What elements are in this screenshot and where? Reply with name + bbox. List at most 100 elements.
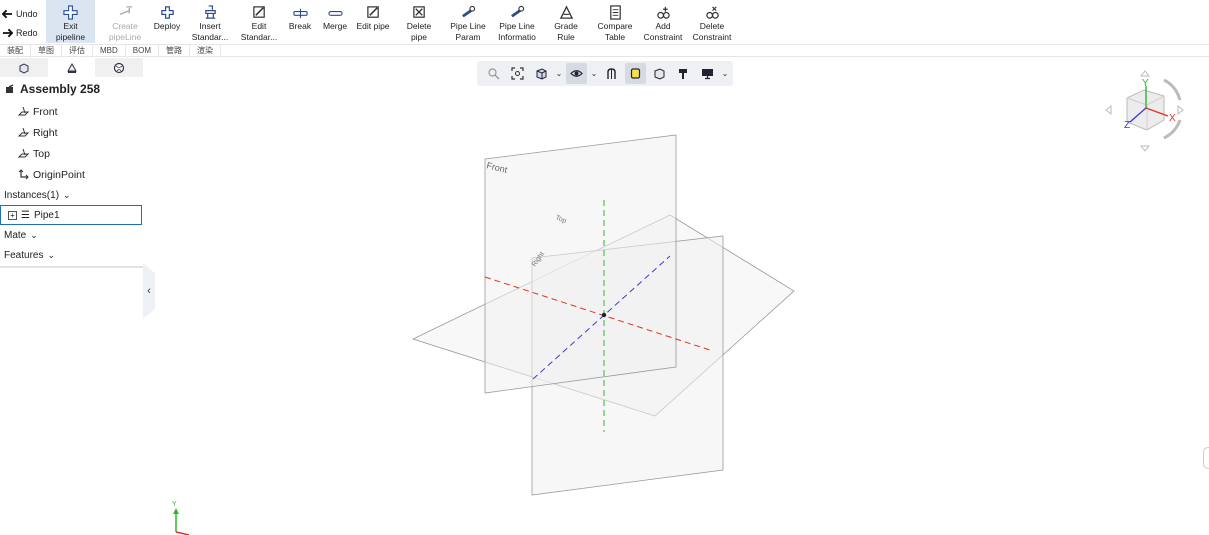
tab-evaluate[interactable]: 评估	[62, 45, 93, 56]
visibility-dropdown[interactable]: ⌄	[590, 63, 598, 84]
assembly-title[interactable]: Assembly 258	[0, 77, 143, 101]
exit-pipeline-button[interactable]: Exit pipeline	[46, 0, 95, 43]
create-pipeline-button[interactable]: Create pipeLine	[104, 0, 146, 43]
tab-bom[interactable]: BOM	[126, 45, 160, 56]
display-settings-button[interactable]	[697, 63, 718, 84]
insert-standard-button[interactable]: Insert Standar...	[190, 0, 230, 43]
pipe-line-info-button[interactable]: Pipe Line Informatio	[495, 0, 539, 43]
feature-tree-panel: Assembly 258 Front Right Top OriginPoint…	[0, 58, 143, 268]
break-label: Break	[288, 21, 312, 31]
chevron-down-icon: ⌄	[30, 229, 38, 240]
compare-table-label: Compare Table	[597, 21, 633, 42]
monitor-icon	[702, 69, 713, 80]
cube-icon	[536, 68, 547, 80]
arrow-up-icon[interactable]	[1139, 70, 1151, 77]
tree-item-origin-point[interactable]: OriginPoint	[0, 164, 143, 185]
view-orientation-dropdown[interactable]: ⌄	[555, 63, 563, 84]
front-plane[interactable]	[484, 134, 677, 394]
delete-pipe-button[interactable]: Delete pipe	[401, 0, 437, 43]
instances-section-header[interactable]: Instances(1) ⌄	[0, 185, 143, 205]
instances-label: Instances(1)	[4, 189, 60, 201]
tab-display[interactable]	[95, 58, 143, 77]
section-view-button[interactable]	[601, 63, 622, 84]
visibility-button[interactable]	[566, 63, 587, 84]
tab-assembly[interactable]: 装配	[0, 45, 31, 56]
edit-pipe-button[interactable]: Edit pipe	[355, 0, 391, 43]
break-button[interactable]: Break	[286, 0, 314, 43]
pipe-line-param-button[interactable]: Pipe Line Param	[448, 0, 488, 43]
undo-button[interactable]: Undo	[2, 4, 46, 23]
grade-rule-label: Grade Rule	[554, 21, 578, 42]
view-toolbar: ⌄ ⌄ ⌄	[477, 61, 733, 86]
feature-tree-icon	[19, 62, 29, 74]
display-style-icon	[654, 68, 665, 80]
add-constraint-button[interactable]: Add Constraint	[642, 0, 684, 43]
assembly-doc-icon	[6, 84, 14, 93]
cube-y-label: Y	[1142, 78, 1149, 89]
fit-view-button[interactable]	[507, 63, 528, 84]
arrow-down-icon[interactable]	[1139, 145, 1151, 152]
edit-standard-button[interactable]: Edit Standar...	[239, 0, 279, 43]
tab-render[interactable]: 渲染	[190, 45, 222, 56]
display-style-button[interactable]	[649, 63, 670, 84]
tab-mbd[interactable]: MBD	[93, 45, 126, 56]
compare-table-button[interactable]: Compare Table	[595, 0, 635, 43]
pipe-line-param-icon	[461, 5, 475, 18]
delete-constraint-button[interactable]: Delete Constraint	[690, 0, 734, 43]
panel-tabs	[0, 58, 143, 77]
pipe-line-info-icon	[510, 5, 524, 18]
mate-section-header[interactable]: Mate ⌄	[0, 225, 143, 245]
tab-sketch[interactable]: 草图	[31, 45, 62, 56]
exit-pipeline-icon	[63, 5, 78, 20]
right-panel-handle[interactable]	[1203, 447, 1209, 469]
rotate-arrow-top-right[interactable]	[1163, 78, 1182, 101]
merge-icon	[327, 11, 343, 16]
edit-pipe-label: Edit pipe	[356, 21, 390, 31]
navigation-cube[interactable]: Y X Z	[1102, 68, 1192, 154]
zoom-button[interactable]	[483, 63, 504, 84]
grade-rule-button[interactable]: Grade Rule	[550, 0, 582, 43]
shaded-display-button[interactable]	[625, 63, 646, 84]
deploy-button[interactable]: Deploy	[150, 0, 184, 43]
merge-button[interactable]: Merge	[320, 0, 350, 43]
features-section-header[interactable]: Features ⌄	[0, 245, 143, 265]
display-settings-dropdown[interactable]: ⌄	[721, 63, 729, 84]
mate-label: Mate	[4, 229, 27, 241]
redo-button[interactable]: Redo	[2, 23, 46, 42]
collapse-panel-button[interactable]: ‹	[143, 263, 155, 319]
arrow-left-icon[interactable]	[1105, 104, 1112, 116]
view-orientation-button[interactable]	[531, 63, 552, 84]
appearance-button[interactable]	[673, 63, 694, 84]
tab-assembly-tree[interactable]	[47, 58, 96, 77]
chevron-down-icon: ⌄	[47, 249, 56, 260]
module-tab-bar: 装配 草图 评估 MBD BOM 管路 渲染	[0, 44, 1209, 57]
chevron-down-icon: ⌄	[590, 69, 598, 78]
tree-item-label: OriginPoint	[33, 168, 85, 181]
origin-point[interactable]	[601, 312, 607, 318]
tree-item-front[interactable]: Front	[0, 101, 143, 122]
arrow-right-icon[interactable]	[1177, 104, 1184, 116]
chevron-down-icon: ⌄	[63, 189, 71, 200]
instance-row-pipe1[interactable]: + ☰ Pipe1	[0, 205, 142, 225]
tree-item-top[interactable]: Top	[0, 143, 143, 164]
shaded-box-icon	[630, 68, 641, 79]
features-label: Features	[4, 249, 44, 261]
tab-pipeline[interactable]: 管路	[159, 45, 191, 56]
tab-feature-tree[interactable]	[0, 58, 48, 77]
exit-pipeline-label: Exit pipeline	[55, 21, 86, 42]
tree-item-label: Front	[33, 105, 58, 118]
redo-label: Redo	[16, 27, 38, 38]
assembly-title-text: Assembly 258	[20, 82, 101, 96]
undo-icon	[2, 9, 13, 18]
break-icon	[292, 8, 308, 19]
undo-redo-group: Undo Redo	[2, 4, 46, 42]
add-constraint-label: Add Constraint	[643, 21, 683, 42]
3d-viewport[interactable]: Front Top Right Y	[155, 58, 1209, 535]
chevron-down-icon: ⌄	[555, 69, 563, 78]
zoom-icon	[488, 68, 500, 80]
redo-icon	[2, 28, 13, 37]
expand-icon[interactable]: +	[8, 210, 17, 220]
tree-item-right[interactable]: Right	[0, 122, 143, 143]
undo-label: Undo	[16, 8, 38, 19]
axis-triad: Y	[172, 501, 190, 535]
